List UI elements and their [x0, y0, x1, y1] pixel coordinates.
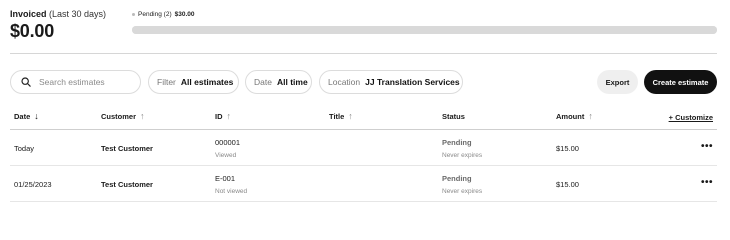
column-header-status: Status — [442, 112, 465, 121]
summary-amount: $0.00 — [10, 21, 55, 41]
column-header-amount[interactable]: Amount ↑ — [556, 111, 593, 122]
row-date: Today — [14, 144, 35, 153]
summary-period: (Last 30 days) — [49, 9, 107, 19]
row-status: Pending — [442, 174, 472, 183]
arrow-up-icon: ↑ — [588, 111, 593, 121]
row-status-cell: Pending Never expires — [442, 174, 482, 195]
row-status: Pending — [442, 138, 472, 147]
more-horizontal-icon[interactable]: ••• — [701, 177, 713, 188]
column-label-id: ID — [215, 112, 223, 121]
pending-label: Pending (2) — [138, 11, 172, 18]
row-id-status: Viewed — [215, 152, 237, 159]
date-dropdown[interactable]: Date All time — [245, 70, 312, 94]
more-horizontal-icon[interactable]: ••• — [701, 141, 713, 152]
row-amount: $15.00 — [556, 144, 579, 153]
column-label-title: Title — [329, 112, 345, 121]
create-estimate-button[interactable]: Create estimate — [644, 70, 717, 94]
row-expiry: Never expires — [442, 152, 483, 159]
column-label-amount: Amount — [556, 112, 585, 121]
arrow-up-icon: ↑ — [226, 111, 232, 121]
column-header-date[interactable]: Date ↓ — [14, 111, 39, 122]
filter-value: All estimates — [180, 77, 234, 87]
table-row[interactable]: 01/25/2023 Test Customer E-001 Not viewe… — [10, 166, 717, 202]
filter-key: Filter — [157, 77, 176, 87]
column-label-customer: Customer — [101, 112, 137, 121]
pending-dot-icon — [132, 13, 135, 16]
row-customer: Test Customer — [101, 144, 153, 153]
row-date: 01/25/2023 — [14, 180, 52, 189]
export-button[interactable]: Export — [597, 70, 638, 94]
summary-divider — [10, 53, 717, 54]
location-dropdown[interactable]: Location JJ Translation Services — [319, 70, 463, 94]
summary-label: Invoiced — [10, 9, 47, 19]
pending-progress-fill — [132, 26, 717, 34]
pending-amount: $30.00 — [174, 11, 195, 18]
arrow-up-icon: ↑ — [348, 111, 353, 121]
column-header-customer[interactable]: Customer ↑ — [101, 111, 145, 122]
row-customer: Test Customer — [101, 180, 153, 189]
pending-progress-bar — [132, 26, 717, 34]
row-expiry: Never expires — [442, 188, 483, 195]
arrow-up-icon: ↑ — [140, 111, 145, 121]
arrow-down-icon: ↓ — [34, 111, 39, 121]
search-input[interactable]: Search estimates — [10, 70, 141, 94]
row-id: 000001 — [215, 138, 241, 147]
column-header-id[interactable]: ID ↑ — [215, 111, 232, 122]
column-label-date: Date — [14, 112, 31, 121]
search-icon — [21, 77, 31, 87]
location-key: Location — [328, 77, 361, 87]
row-id-status: Not viewed — [215, 188, 248, 195]
date-value: All time — [276, 77, 308, 87]
column-header-title[interactable]: Title ↑ — [329, 111, 353, 122]
row-id: E-001 — [215, 174, 236, 183]
location-value: JJ Translation Services — [365, 77, 460, 87]
row-amount: $15.00 — [556, 180, 579, 189]
search-placeholder: Search estimates — [39, 77, 105, 87]
customize-columns-link[interactable]: + Customize — [669, 113, 713, 122]
date-key: Date — [254, 77, 272, 87]
row-status-cell: Pending Never expires — [442, 138, 482, 159]
row-id-cell: E-001 Not viewed — [215, 174, 247, 195]
summary-title: Invoiced (Last 30 days) — [10, 9, 106, 19]
filter-dropdown[interactable]: Filter All estimates — [148, 70, 239, 94]
pending-legend: Pending (2) $30.00 — [132, 11, 195, 18]
row-id-cell: 000001 Viewed — [215, 138, 240, 159]
table-row[interactable]: Today Test Customer 000001 Viewed Pendin… — [10, 130, 717, 166]
column-label-status: Status — [442, 112, 465, 121]
